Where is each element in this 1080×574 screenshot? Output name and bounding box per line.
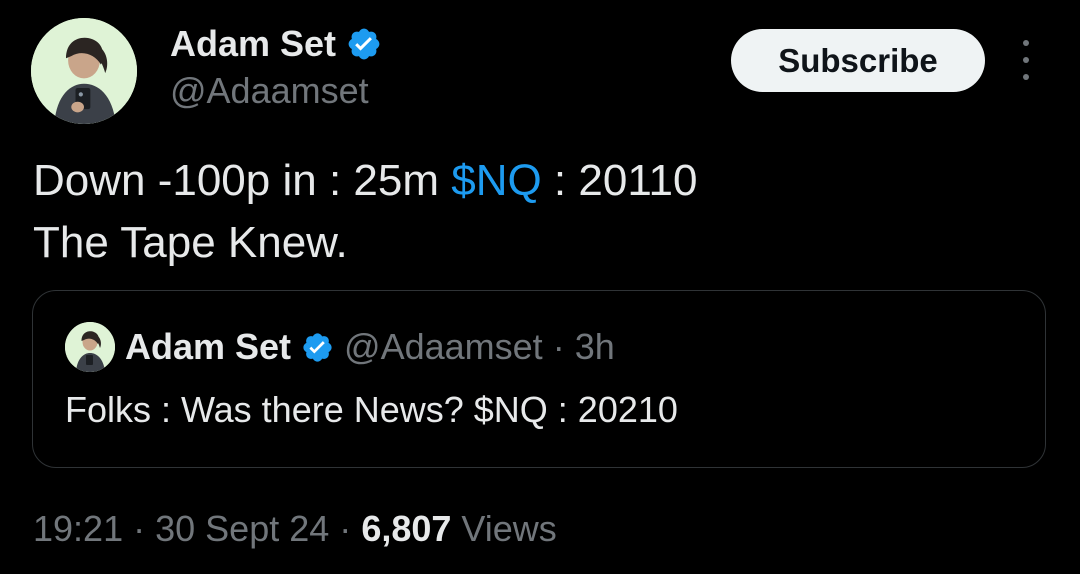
avatar-image xyxy=(31,18,137,124)
meta-separator: · xyxy=(133,508,146,549)
quote-separator: · xyxy=(552,326,565,367)
tweet-metadata: 19:21 · 30 Sept 24 · 6,807 Views xyxy=(33,508,557,550)
tweet-text-suffix: : 20110 xyxy=(541,156,698,205)
subscribe-button[interactable]: Subscribe xyxy=(731,29,985,92)
tweet: Adam Set @Adaamset Subscribe Down -100p … xyxy=(0,0,1080,574)
quote-timestamp[interactable]: 3h xyxy=(575,326,615,368)
author-name-row[interactable]: Adam Set xyxy=(170,22,382,66)
views-label: Views xyxy=(461,508,557,549)
tweet-text: Down -100p in : 25m $NQ : 20110 The Tape… xyxy=(33,150,1043,274)
quote-avatar-image xyxy=(65,322,115,372)
tweet-text-prefix: Down -100p in : 25m xyxy=(33,156,452,205)
more-dot xyxy=(1023,40,1029,46)
more-dot xyxy=(1023,57,1029,63)
quoted-tweet-card[interactable]: Adam Set @Adaamset · 3h Folks : Was ther… xyxy=(32,290,1046,468)
quote-author-avatar[interactable] xyxy=(65,322,115,372)
author-handle[interactable]: @Adaamset xyxy=(170,70,369,112)
quote-header: Adam Set @Adaamset · 3h xyxy=(65,321,615,373)
more-dot xyxy=(1023,74,1029,80)
tweet-text-line-1: Down -100p in : 25m $NQ : 20110 xyxy=(33,150,1043,212)
tweet-date[interactable]: 30 Sept 24 xyxy=(155,508,329,549)
verified-badge-icon xyxy=(301,331,334,364)
views-count: 6,807 xyxy=(361,508,452,549)
verified-badge-icon xyxy=(346,26,382,62)
more-options-icon[interactable] xyxy=(1012,40,1040,80)
meta-separator: · xyxy=(339,508,352,549)
author-avatar[interactable] xyxy=(31,18,137,124)
author-display-name[interactable]: Adam Set xyxy=(170,23,336,65)
tweet-time[interactable]: 19:21 xyxy=(33,508,123,549)
tweet-text-line-2: The Tape Knew. xyxy=(33,218,348,267)
quote-author-name[interactable]: Adam Set xyxy=(125,326,291,368)
cashtag-link[interactable]: $NQ xyxy=(451,156,541,205)
quote-text: Folks : Was there News? $NQ : 20210 xyxy=(65,389,678,430)
quote-author-handle[interactable]: @Adaamset xyxy=(344,326,543,368)
